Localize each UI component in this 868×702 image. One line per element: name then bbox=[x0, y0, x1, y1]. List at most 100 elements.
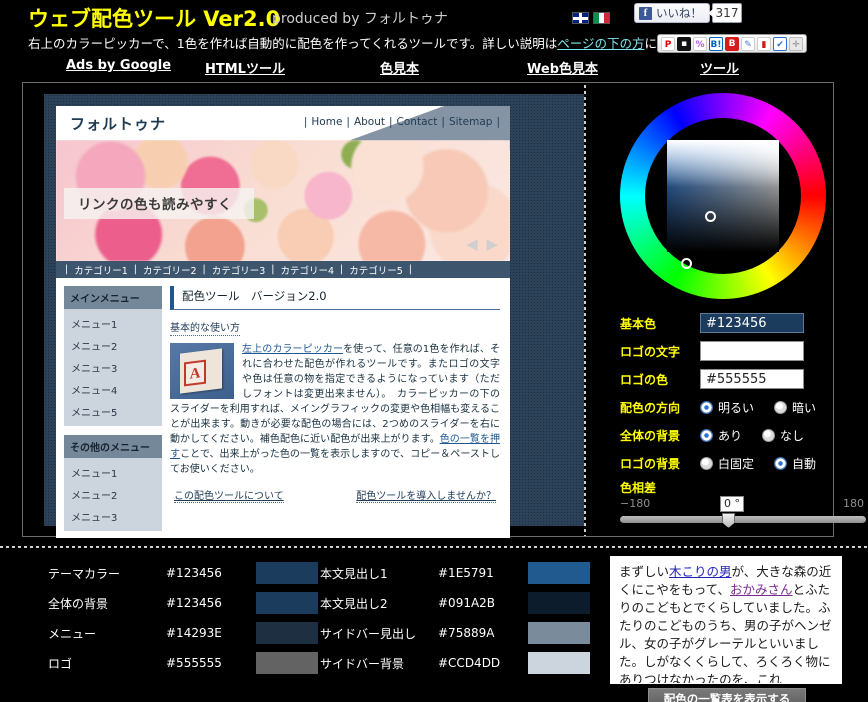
category-5[interactable]: カテゴリー5 bbox=[349, 263, 403, 277]
sidebar-item-main-1[interactable]: メニュー1 bbox=[64, 312, 162, 334]
table-row: ロゴ #555555 bbox=[48, 648, 318, 678]
subtitle-text-before: 右上のカラーピッカーで、1色を作れば自動的に配色を作ってくれるツールです。詳しい… bbox=[28, 36, 558, 51]
more-icon[interactable]: ✛ bbox=[789, 36, 803, 51]
nav-item-ads[interactable]: Ads by Google bbox=[66, 58, 171, 73]
check-icon[interactable]: ✔ bbox=[773, 36, 787, 51]
page-bottom-link[interactable]: ページの下の方 bbox=[557, 36, 644, 51]
swatch-hex: #CCD4DD bbox=[438, 656, 501, 670]
nav-item-html-tool[interactable]: HTMLツール bbox=[205, 58, 285, 77]
swatch-name: メニュー bbox=[48, 626, 97, 641]
top-nav: Ads by Google HTMLツール 色見本 Web色見本 ツール bbox=[0, 58, 868, 80]
base-color-input[interactable] bbox=[700, 313, 804, 333]
hero-slider-arrows-icon[interactable]: ◀ ▶ bbox=[466, 235, 500, 253]
preview-footer-links: この配色ツールについて 配色ツールを導入しませんか？ bbox=[170, 487, 500, 503]
body-text-3: ことで、出来上がった色の一覧を表示しますので、コピー＆ペーストしてお使いください… bbox=[170, 449, 501, 475]
swatch-hex: #75889A bbox=[438, 626, 495, 640]
story-link-1[interactable]: 木こりの男 bbox=[669, 564, 732, 579]
facebook-icon: f bbox=[639, 6, 652, 20]
hue-slider-knob[interactable] bbox=[722, 513, 735, 528]
panel-divider bbox=[584, 85, 586, 536]
radio-logo-bg-auto[interactable] bbox=[774, 456, 788, 470]
livedoor-clip-icon[interactable]: B bbox=[725, 36, 739, 51]
category-2[interactable]: カテゴリー2 bbox=[143, 263, 197, 277]
category-3[interactable]: カテゴリー3 bbox=[212, 263, 266, 277]
row-base-color: 基本色 bbox=[620, 309, 866, 337]
table-row: サイドバー見出し #75889A bbox=[320, 618, 590, 648]
preview-hero: リンクの色も読みやすく ◀ ▶ bbox=[56, 140, 510, 261]
row-background: 全体の背景 あり なし bbox=[620, 421, 866, 449]
about-tool-link[interactable]: この配色ツールについて bbox=[174, 487, 284, 503]
evernote-icon[interactable]: ✎ bbox=[741, 36, 755, 51]
cube-letter: A bbox=[184, 359, 206, 387]
table-row: メニュー #14293E bbox=[48, 618, 318, 648]
swatch-name: サイドバー見出し bbox=[320, 626, 417, 641]
color-picker-inline-link[interactable]: 左上のカラーピッカー bbox=[242, 344, 343, 355]
radio-direction-bright[interactable] bbox=[700, 400, 713, 414]
install-tool-link[interactable]: 配色ツールを導入しませんか？ bbox=[356, 487, 496, 503]
table-row: 本文見出し2 #091A2B bbox=[320, 588, 590, 618]
control-panel: 基本色 ロゴの文字 ロゴの色 配色の方向 明るい 暗い bbox=[620, 309, 866, 528]
sidebar-heading-other: その他のメニュー bbox=[64, 435, 162, 458]
radio-direction-dark[interactable] bbox=[774, 400, 788, 414]
label-logo-text: ロゴの文字 bbox=[620, 344, 681, 359]
radio-logo-bg-white[interactable] bbox=[700, 456, 713, 470]
hatena-bookmark-icon[interactable]: B! bbox=[709, 36, 723, 51]
facebook-like-label: いいね！ bbox=[656, 6, 702, 20]
abc-block-image: A bbox=[170, 343, 234, 399]
label-logo-background: ロゴの背景 bbox=[620, 456, 681, 471]
hue-slider-track[interactable] bbox=[620, 513, 866, 528]
italy-flag-icon[interactable] bbox=[593, 11, 610, 24]
hue-slider-max: 180 bbox=[843, 497, 864, 510]
sidebar-item-other-2[interactable]: メニュー2 bbox=[64, 483, 162, 505]
nav-item-web-color-sample[interactable]: Web色見本 bbox=[527, 58, 598, 77]
logo-background-radio-group: 白固定 自動 bbox=[700, 455, 816, 472]
swatch-chip bbox=[256, 562, 318, 584]
hue-cursor-icon[interactable] bbox=[681, 258, 692, 269]
sidebar-heading-main: メインメニュー bbox=[64, 286, 162, 309]
row-logo-background: ロゴの背景 白固定 自動 bbox=[620, 449, 866, 477]
yahoo-buzz-icon[interactable]: % bbox=[693, 36, 707, 51]
radio-background-on[interactable] bbox=[700, 428, 713, 442]
sidebar-item-main-5[interactable]: メニュー5 bbox=[64, 400, 162, 422]
sidebar-item-other-1[interactable]: メニュー1 bbox=[64, 461, 162, 483]
sidebar-item-other-3[interactable]: メニュー3 bbox=[64, 505, 162, 527]
sidebar-item-main-2[interactable]: メニュー2 bbox=[64, 334, 162, 356]
nav-item-color-sample[interactable]: 色見本 bbox=[380, 58, 419, 77]
pligg-icon[interactable]: P bbox=[661, 36, 675, 51]
sidebar-block-other: その他のメニュー メニュー1 メニュー2 メニュー3 bbox=[64, 435, 162, 531]
label-background-on: あり bbox=[718, 428, 743, 443]
nav-item-tools[interactable]: ツール bbox=[700, 58, 739, 77]
label-logo-color: ロゴの色 bbox=[620, 372, 669, 387]
color-picker[interactable] bbox=[620, 93, 826, 299]
logo-text-input[interactable] bbox=[700, 341, 804, 361]
logo-color-input[interactable] bbox=[700, 369, 804, 389]
sample-text-box: まずしい木こりの男が、大きな森の近くにこやをもって、おかみさんとふたりのこどもと… bbox=[610, 556, 842, 684]
swatch-hex: #123456 bbox=[166, 566, 222, 580]
language-flags bbox=[572, 7, 614, 26]
story-link-2[interactable]: おかみさん bbox=[730, 582, 793, 597]
preview-nav-about[interactable]: About bbox=[354, 116, 385, 128]
preview-nav-home[interactable]: Home bbox=[311, 116, 342, 128]
bookmark-share-bar[interactable]: P ▪ % B! B ✎ ▮ ✔ ✛ bbox=[657, 34, 807, 53]
app-frame: フォルトゥナ | Home | About | Contact | Sitemap | リンクの… bbox=[22, 82, 866, 538]
saturation-value-box[interactable] bbox=[667, 140, 779, 252]
radio-background-off[interactable] bbox=[762, 428, 776, 442]
label-hue-slider: 色相差 bbox=[620, 481, 657, 495]
show-color-list-button[interactable]: 配色の一覧表を表示する bbox=[648, 688, 806, 702]
preview-nav-sitemap[interactable]: Sitemap bbox=[449, 116, 493, 128]
uk-flag-icon[interactable] bbox=[572, 11, 589, 24]
category-4[interactable]: カテゴリー4 bbox=[280, 263, 334, 277]
facebook-like-button[interactable]: f いいね！ bbox=[634, 3, 710, 23]
preview-main-subheading[interactable]: 基本的な使い方 bbox=[170, 319, 240, 336]
label-base-color: 基本色 bbox=[620, 316, 657, 331]
sv-cursor-icon[interactable] bbox=[705, 211, 716, 222]
swatch-name: テーマカラー bbox=[48, 566, 121, 581]
delicious-icon[interactable]: ▪ bbox=[677, 36, 691, 51]
preview-nav-contact[interactable]: Contact bbox=[397, 116, 438, 128]
swatch-chip bbox=[256, 592, 318, 614]
swatch-chip bbox=[256, 622, 318, 644]
sidebar-item-main-3[interactable]: メニュー3 bbox=[64, 356, 162, 378]
category-1[interactable]: カテゴリー1 bbox=[74, 263, 128, 277]
nifty-clip-icon[interactable]: ▮ bbox=[757, 36, 771, 51]
sidebar-item-main-4[interactable]: メニュー4 bbox=[64, 378, 162, 400]
